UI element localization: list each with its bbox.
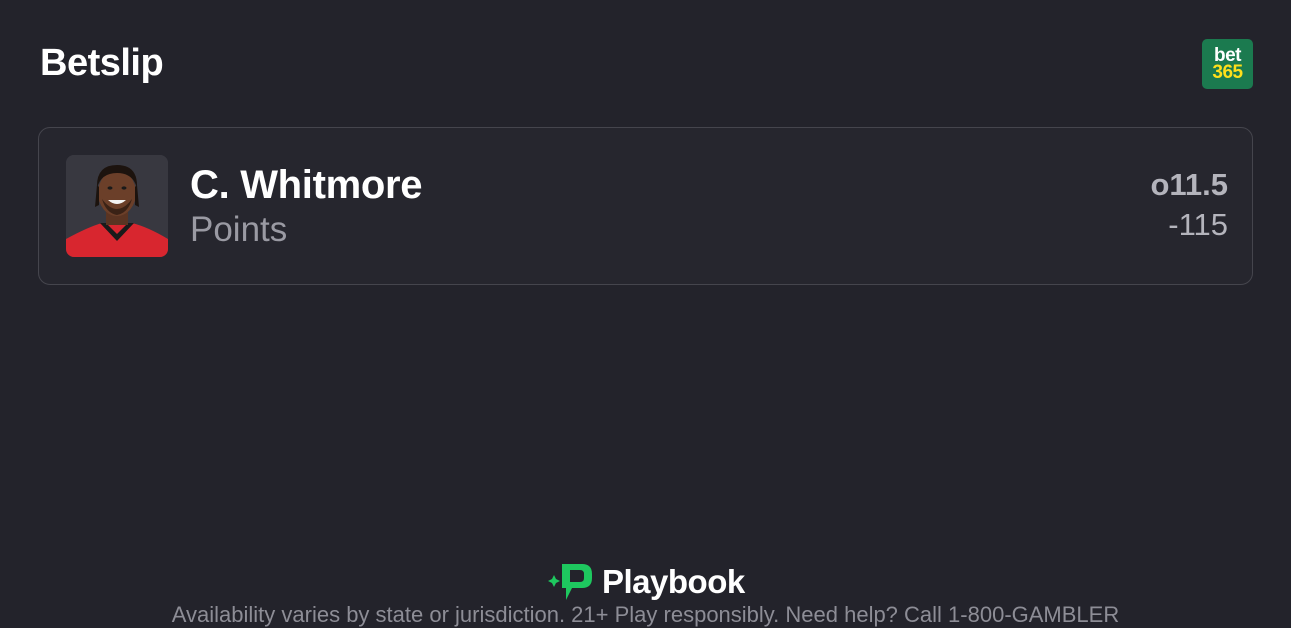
bet-card[interactable]: C. Whitmore Points o11.5 -115: [38, 127, 1253, 285]
player-headshot-icon: [66, 155, 168, 257]
betslip-page: Betslip bet 365 C. Whitmore Points o11.5…: [0, 0, 1291, 628]
page-title: Betslip: [40, 42, 164, 84]
bet-market: Points: [190, 210, 288, 249]
playbook-brand-name: Playbook: [602, 563, 745, 600]
sportsbook-logo[interactable]: bet 365: [1202, 39, 1253, 89]
responsible-gaming-disclaimer: Availability varies by state or jurisdic…: [171, 602, 1120, 627]
bet-line: o11.5: [1150, 167, 1228, 202]
player-avatar: [66, 155, 168, 257]
bet-odds: -115: [1168, 207, 1228, 242]
playbook-logo-icon: [548, 564, 592, 600]
playbook-brand[interactable]: Playbook: [548, 562, 745, 602]
sportsbook-logo-line2: 365: [1212, 62, 1243, 83]
player-name: C. Whitmore: [190, 163, 423, 207]
